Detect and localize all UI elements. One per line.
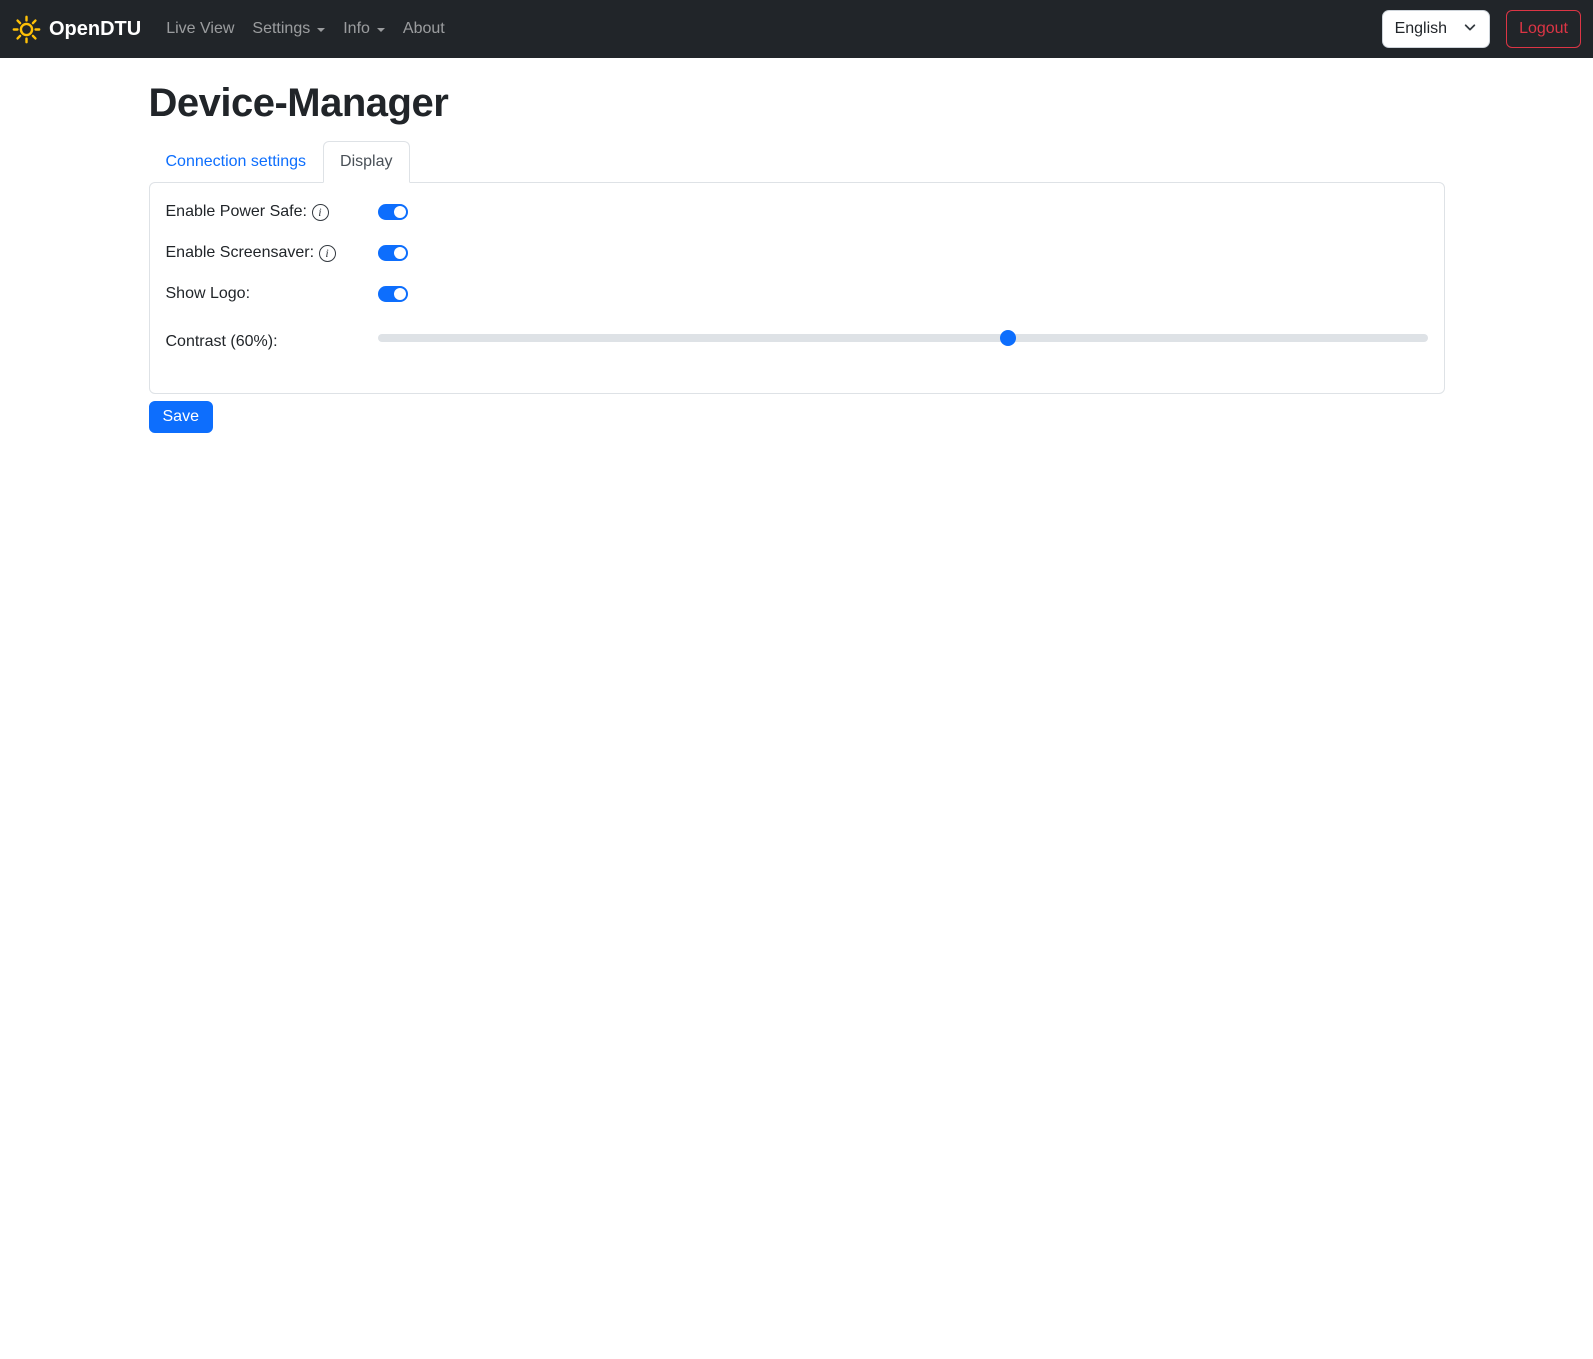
nav-links: Live View Settings Info About: [157, 12, 454, 46]
field-label: Show Logo:: [165, 285, 251, 302]
power-safe-toggle[interactable]: [377, 204, 408, 220]
nav-item-settings[interactable]: Settings: [243, 12, 334, 46]
caret-down-icon: [317, 28, 326, 32]
form-row-contrast: Contrast (60%):: [166, 330, 1428, 354]
nav-item-label: About: [402, 20, 445, 37]
contrast-slider-track[interactable]: [377, 334, 1428, 342]
tab-connection-settings[interactable]: Connection settings: [149, 141, 324, 183]
nav-item-label: Settings: [252, 20, 311, 37]
nav-item-label: Info: [343, 20, 370, 37]
nav-item-label: Live View: [166, 20, 235, 37]
logout-button[interactable]: Logout: [1506, 10, 1581, 48]
navbar-right: English Logout: [1381, 10, 1581, 48]
contrast-slider-thumb[interactable]: [999, 330, 1016, 346]
info-circle-icon[interactable]: i: [319, 244, 337, 262]
language-select-value: English: [1394, 20, 1448, 37]
main-content: Device-Manager Connection settings Displ…: [148, 79, 1445, 433]
info-circle-icon[interactable]: i: [311, 203, 329, 221]
display-settings-card: Enable Power Safe: i Enable Screensaver:…: [148, 182, 1445, 394]
field-label: Enable Power Safe: i: [166, 203, 378, 221]
show-logo-toggle[interactable]: [377, 286, 408, 302]
brand[interactable]: OpenDTU: [12, 15, 141, 44]
nav-item-about[interactable]: About: [394, 12, 454, 46]
tab-display[interactable]: Display: [323, 141, 410, 183]
nav-item-info[interactable]: Info: [334, 12, 394, 46]
navbar: OpenDTU Live View Settings Info About En…: [0, 0, 1593, 58]
sun-icon: [12, 15, 41, 44]
save-button[interactable]: Save: [148, 401, 213, 433]
form-row-screensaver: Enable Screensaver: i: [166, 241, 1428, 265]
form-row-power-safe: Enable Power Safe: i: [166, 200, 1428, 224]
form-row-show-logo: Show Logo:: [166, 282, 1428, 306]
page-title: Device-Manager: [148, 81, 449, 125]
nav-item-live-view[interactable]: Live View: [157, 12, 243, 46]
language-select[interactable]: English: [1381, 10, 1491, 48]
field-label: Contrast (60%):: [165, 333, 278, 350]
caret-down-icon: [376, 28, 385, 32]
screensaver-toggle[interactable]: [377, 245, 408, 261]
tab-bar: Connection settings Display: [149, 141, 1445, 183]
brand-label: OpenDTU: [49, 17, 142, 40]
field-label: Enable Screensaver: i: [166, 244, 378, 262]
contrast-slider[interactable]: [377, 330, 1428, 346]
chevron-down-icon: [1463, 20, 1477, 39]
